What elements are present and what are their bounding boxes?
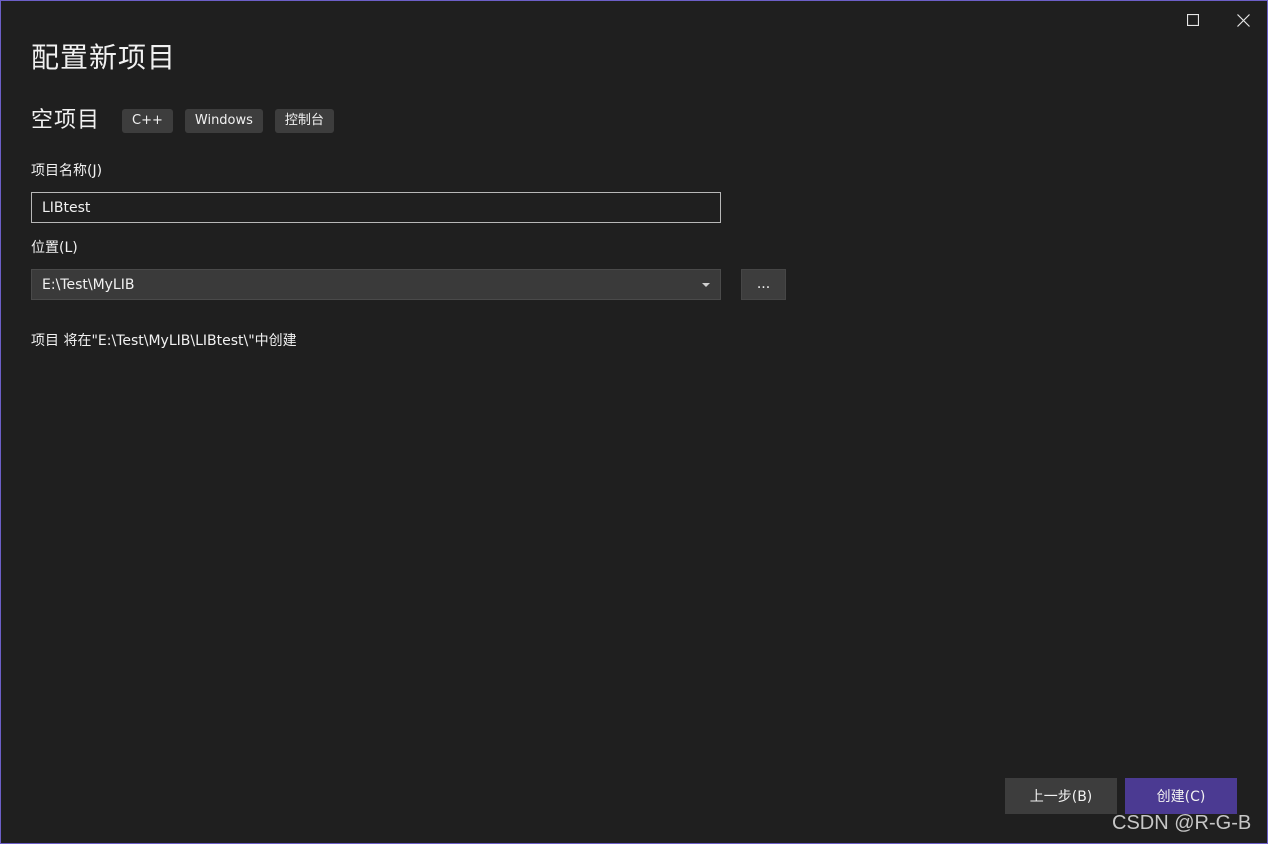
maximize-icon (1187, 14, 1199, 26)
template-name: 空项目 (31, 108, 101, 133)
location-label: 位置(L) (31, 240, 78, 256)
project-path-info: 项目 将在"E:\Test\MyLIB\LIBtest\"中创建 (31, 333, 297, 349)
project-name-input[interactable] (31, 192, 721, 223)
watermark: CSDN @R-G-B (1112, 812, 1252, 834)
close-icon (1236, 13, 1250, 27)
back-button[interactable]: 上一步(B) (1005, 778, 1117, 814)
location-dropdown[interactable]: E:\Test\MyLIB (31, 269, 721, 300)
create-button[interactable]: 创建(C) (1125, 778, 1237, 814)
tag-project-type: 控制台 (274, 109, 334, 133)
tag-language: C++ (122, 109, 173, 133)
page-title: 配置新项目 (31, 41, 177, 74)
chevron-down-icon (702, 282, 710, 287)
project-name-label: 项目名称(J) (31, 163, 103, 179)
tag-platform: Windows (184, 109, 263, 133)
close-button[interactable] (1228, 7, 1258, 33)
template-header: 空项目 C++ Windows 控制台 (31, 106, 346, 136)
dialog-window: 配置新项目 空项目 C++ Windows 控制台 项目名称(J) 位置(L) … (0, 0, 1268, 844)
browse-button[interactable]: ... (741, 269, 786, 300)
maximize-button[interactable] (1178, 7, 1208, 33)
location-value: E:\Test\MyLIB (42, 276, 135, 293)
